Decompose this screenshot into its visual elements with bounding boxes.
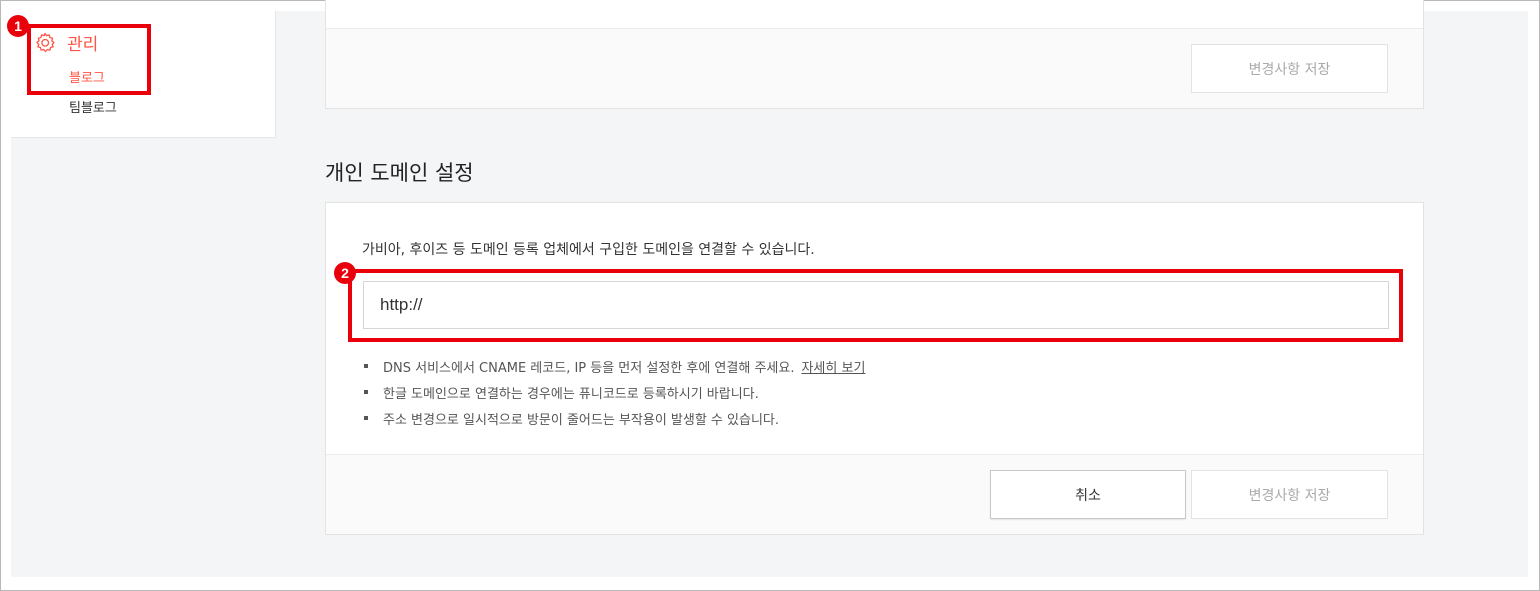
domain-notes: DNS 서비스에서 CNAME 레코드, IP 등을 먼저 설정한 후에 연결해… xyxy=(364,353,865,431)
section-title: 개인 도메인 설정 xyxy=(325,161,474,185)
list-item: 한글 도메인으로 연결하는 경우에는 퓨니코드로 등록하시기 바랍니다. xyxy=(364,379,865,405)
save-button[interactable]: 변경사항 저장 xyxy=(1191,44,1388,93)
annotation-badge-2: 2 xyxy=(334,262,356,284)
details-link[interactable]: 자세히 보기 xyxy=(801,357,865,376)
list-item: 주소 변경으로 일시적으로 방문이 줄어드는 부작용이 발생할 수 있습니다. xyxy=(364,405,865,431)
list-item: DNS 서비스에서 CNAME 레코드, IP 등을 먼저 설정한 후에 연결해… xyxy=(364,353,865,379)
annotation-badge-1: 1 xyxy=(7,15,29,37)
bullet-icon xyxy=(364,364,368,368)
save-button[interactable]: 변경사항 저장 xyxy=(1191,470,1388,519)
bullet-icon xyxy=(364,416,368,420)
bullet-icon xyxy=(364,390,368,394)
domain-description: 가비아, 후이즈 등 도메인 등록 업체에서 구입한 도메인을 연결할 수 있습… xyxy=(362,242,815,258)
annotation-box-2 xyxy=(348,269,1403,342)
sidebar-item-teamblog[interactable]: 팀블로그 xyxy=(69,97,117,116)
annotation-box-1 xyxy=(27,24,151,95)
cancel-button[interactable]: 취소 xyxy=(990,470,1186,519)
